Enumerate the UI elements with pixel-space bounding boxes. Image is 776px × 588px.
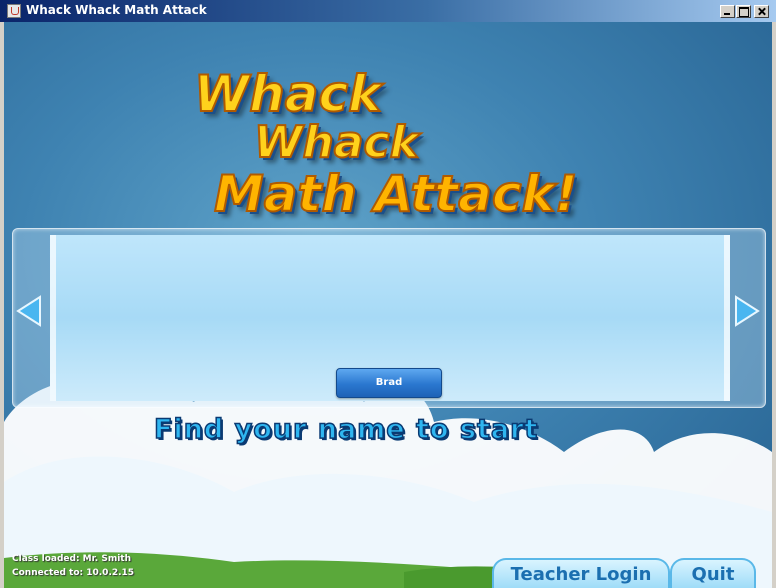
window-title: Whack Whack Math Attack [26, 3, 207, 17]
close-button[interactable] [754, 5, 769, 18]
arrow-right-icon[interactable] [732, 294, 762, 328]
window-border-right [772, 22, 776, 588]
class-loaded-status: Class loaded: Mr. Smith [12, 554, 131, 564]
minimize-button[interactable] [720, 5, 735, 18]
app-window: Whack Whack Math Attack Whack Whack Math… [0, 0, 776, 588]
game-screen: Whack Whack Math Attack! Brad Find your … [4, 22, 772, 588]
connection-status: Connected to: 10.0.2.15 [12, 568, 135, 578]
java-app-icon [7, 4, 21, 18]
maximize-button[interactable] [736, 5, 751, 18]
quit-button[interactable]: Quit [670, 558, 756, 588]
game-logo: Whack Whack Math Attack! [193, 47, 634, 237]
student-name-button[interactable]: Brad [336, 368, 442, 398]
logo-line-2: Whack [253, 116, 420, 169]
teacher-login-button[interactable]: Teacher Login [492, 558, 670, 588]
instruction-text: Find your name to start [153, 413, 539, 446]
logo-line-3: Math Attack! [213, 164, 579, 224]
title-bar[interactable]: Whack Whack Math Attack [0, 0, 776, 22]
arrow-left-icon[interactable] [14, 294, 44, 328]
logo-line-1: Whack [193, 64, 382, 124]
